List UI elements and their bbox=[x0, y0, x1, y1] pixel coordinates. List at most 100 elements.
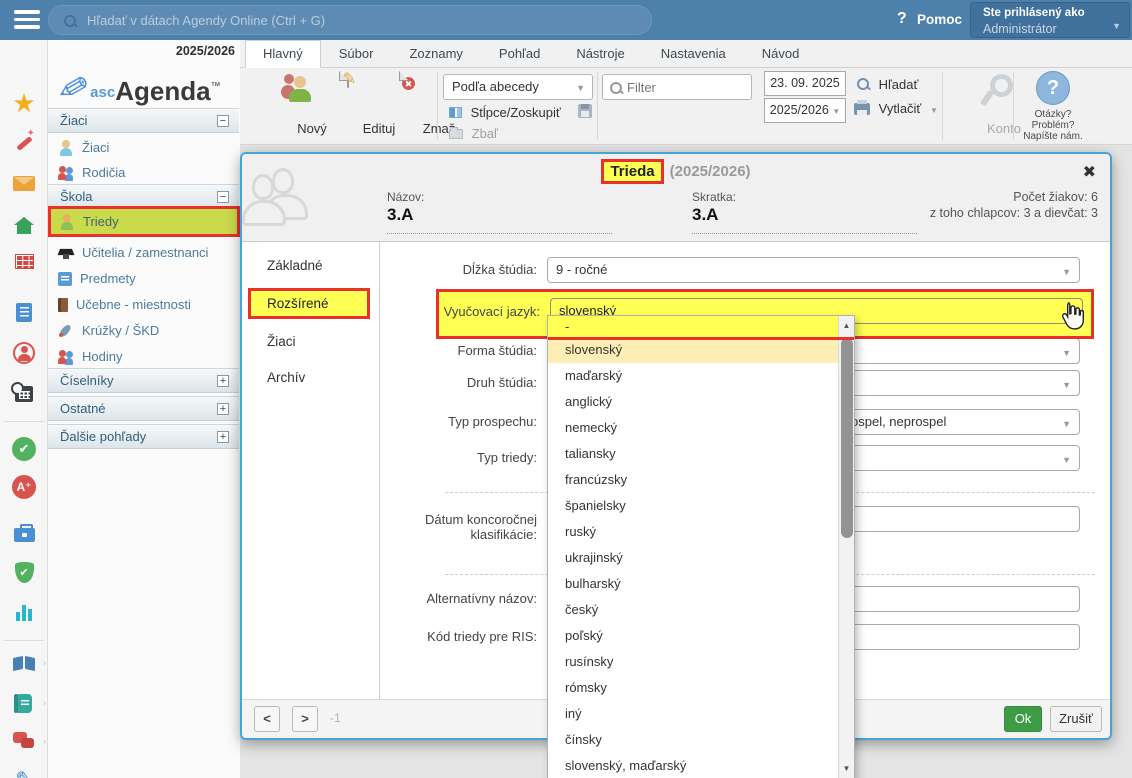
menu-tab[interactable]: Súbor bbox=[321, 40, 392, 68]
global-search[interactable] bbox=[48, 5, 652, 35]
scroll-up-icon[interactable]: ▲ bbox=[839, 318, 854, 334]
dropdown-option[interactable]: slovenský bbox=[548, 337, 838, 363]
columns-group-button[interactable]: Stĺpce/Zoskupiť bbox=[449, 105, 561, 120]
dropdown-option[interactable]: slovenský, maďarský bbox=[548, 753, 838, 778]
help-button[interactable]: Pomoc bbox=[917, 12, 962, 27]
menu-tab[interactable]: Zoznamy bbox=[391, 40, 480, 68]
logo-asc-text: asc bbox=[90, 84, 115, 104]
user-menu[interactable]: Ste prihlásený ako Administrátor ▼ bbox=[970, 2, 1130, 38]
shortname-value[interactable]: 3.A bbox=[692, 205, 718, 225]
global-search-input[interactable] bbox=[87, 8, 627, 32]
dropdown-option[interactable]: iný bbox=[548, 701, 838, 727]
dropdown-option[interactable]: taliansky bbox=[548, 441, 838, 467]
asc-agenda-logo[interactable]: ✎ asc Agenda ™ bbox=[58, 62, 221, 104]
briefcase-icon[interactable] bbox=[0, 517, 48, 547]
menu-tab[interactable]: Pohľad bbox=[481, 40, 558, 68]
dlzka-select[interactable]: 9 - ročné ▼ bbox=[547, 257, 1080, 283]
dropdown-option[interactable]: poľský bbox=[548, 623, 838, 649]
dropdown-option[interactable]: rómsky bbox=[548, 675, 838, 701]
sidebar-section-ostatne[interactable]: Ostatné + bbox=[48, 396, 239, 421]
dropdown-option[interactable]: maďarský bbox=[548, 363, 838, 389]
notebook-icon[interactable] bbox=[0, 297, 48, 327]
dialog-title: Trieda bbox=[601, 159, 663, 184]
support-question-icon[interactable]: ? bbox=[1036, 71, 1070, 105]
sidebar-item-rodicia[interactable]: Rodičia bbox=[48, 160, 239, 185]
help-icon[interactable]: ? bbox=[897, 10, 907, 28]
sidebar-section-dalsie-pohlady[interactable]: Ďalšie pohľady + bbox=[48, 424, 239, 449]
expand-toggle-icon[interactable]: + bbox=[217, 403, 229, 415]
menu-tab[interactable]: Hlavný bbox=[245, 40, 321, 68]
attendance-check-icon[interactable]: ✔ bbox=[0, 434, 48, 464]
dropdown-option[interactable]: španielsky bbox=[548, 493, 838, 519]
dropdown-option[interactable]: čínsky bbox=[548, 727, 838, 753]
library-book-icon[interactable]: › bbox=[0, 648, 48, 678]
delete-button[interactable]: ✖ Zmaž bbox=[378, 72, 438, 138]
jazyk-dropdown-list: -slovenskýmaďarskýanglickýnemeckýtalians… bbox=[547, 315, 855, 778]
collapse-toggle-icon[interactable]: − bbox=[217, 191, 229, 203]
account-button[interactable]: Konto bbox=[952, 72, 1004, 138]
collapse-button[interactable]: Zbaľ bbox=[449, 126, 498, 141]
sidebar-item-kruzky[interactable]: Krúžky / ŠKD bbox=[48, 318, 239, 343]
close-icon[interactable]: ✖ bbox=[1083, 162, 1096, 182]
dropdown-option[interactable]: francúzsky bbox=[548, 467, 838, 493]
shortname-label: Skratka: bbox=[692, 190, 736, 204]
scroll-down-icon[interactable]: ▼ bbox=[839, 761, 854, 777]
messages-chat-icon[interactable]: › bbox=[0, 726, 48, 756]
next-record-button[interactable]: > bbox=[292, 706, 318, 732]
dropdown-option[interactable]: - bbox=[548, 316, 838, 337]
subject-icon bbox=[58, 272, 72, 286]
dropdown-option[interactable]: bulharský bbox=[548, 571, 838, 597]
person-icon[interactable] bbox=[0, 338, 48, 368]
name-value[interactable]: 3.A bbox=[387, 205, 413, 225]
menu-tab[interactable]: Nastavenia bbox=[643, 40, 744, 68]
search-button[interactable]: Hľadať bbox=[856, 77, 918, 92]
sidebar-item-ucebne[interactable]: Učebne - miestnosti bbox=[48, 292, 239, 317]
dropdown-option[interactable]: rusínsky bbox=[548, 649, 838, 675]
dropdown-option[interactable]: český bbox=[548, 597, 838, 623]
menu-tab[interactable]: Návod bbox=[744, 40, 818, 68]
sidebar-item-predmety[interactable]: Predmety bbox=[48, 266, 239, 291]
sort-order-select[interactable]: Podľa abecedy ▼ bbox=[443, 74, 593, 100]
menu-tab[interactable]: Nástroje bbox=[558, 40, 642, 68]
expand-toggle-icon[interactable]: + bbox=[217, 375, 229, 387]
mail-icon[interactable] bbox=[0, 168, 48, 198]
home-icon[interactable] bbox=[0, 211, 48, 241]
calendar-clock-icon[interactable] bbox=[0, 379, 48, 409]
save-layout-icon[interactable] bbox=[578, 104, 592, 118]
grades-icon[interactable]: A⁺ bbox=[0, 472, 48, 502]
dropdown-option[interactable]: anglický bbox=[548, 389, 838, 415]
statistics-bars-icon[interactable] bbox=[0, 598, 48, 628]
dropdown-option[interactable]: ukrajinský bbox=[548, 545, 838, 571]
collapse-toggle-icon[interactable]: − bbox=[217, 115, 229, 127]
cancel-button[interactable]: Zrušiť bbox=[1050, 706, 1102, 732]
wizard-wand-icon[interactable] bbox=[0, 128, 48, 158]
favorites-star-icon[interactable]: ★ bbox=[0, 88, 48, 118]
sidebar-item-ucitelia[interactable]: Učitelia / zamestnanci bbox=[48, 240, 239, 265]
expand-toggle-icon[interactable]: + bbox=[217, 431, 229, 443]
prev-record-button[interactable]: < bbox=[254, 706, 280, 732]
filter-input[interactable] bbox=[627, 77, 745, 97]
edit-button[interactable]: ✎ Edituj bbox=[318, 72, 378, 138]
dropdown-option[interactable]: nemecký bbox=[548, 415, 838, 441]
ok-button[interactable]: Ok bbox=[1004, 706, 1042, 732]
dropdown-option[interactable]: ruský bbox=[548, 519, 838, 545]
new-button[interactable]: Nový bbox=[252, 72, 312, 138]
dropdown-scrollbar[interactable]: ▲ ▼ bbox=[838, 316, 854, 778]
sidebar-section-ziaci[interactable]: Žiaci − bbox=[48, 108, 239, 133]
pen-icon[interactable]: ✎ bbox=[0, 766, 48, 778]
hamburger-menu-icon[interactable] bbox=[14, 10, 40, 30]
sidebar-item-triedy-selected[interactable]: Triedy bbox=[48, 206, 240, 237]
search-icon bbox=[63, 14, 77, 28]
tab-rozsirene-active[interactable]: Rozšírené bbox=[248, 288, 370, 319]
timetable-grid-icon[interactable] bbox=[0, 246, 48, 276]
shield-check-icon[interactable]: ✔ bbox=[0, 557, 48, 587]
scrollbar-thumb[interactable] bbox=[841, 338, 853, 538]
sidebar-item-hodiny[interactable]: Hodiny bbox=[48, 344, 239, 369]
sidebar-item-ziaci[interactable]: Žiaci bbox=[48, 135, 239, 160]
journal-icon[interactable]: › bbox=[0, 688, 48, 718]
print-button[interactable]: Vytlačiť ▼ bbox=[854, 101, 938, 116]
filter-box[interactable] bbox=[602, 74, 752, 100]
school-year-select[interactable]: 2025/2026 ▼ bbox=[764, 98, 846, 123]
date-field[interactable]: 23. 09. 2025 bbox=[764, 71, 846, 96]
sidebar-section-ciselniky[interactable]: Číselníky + bbox=[48, 368, 239, 393]
